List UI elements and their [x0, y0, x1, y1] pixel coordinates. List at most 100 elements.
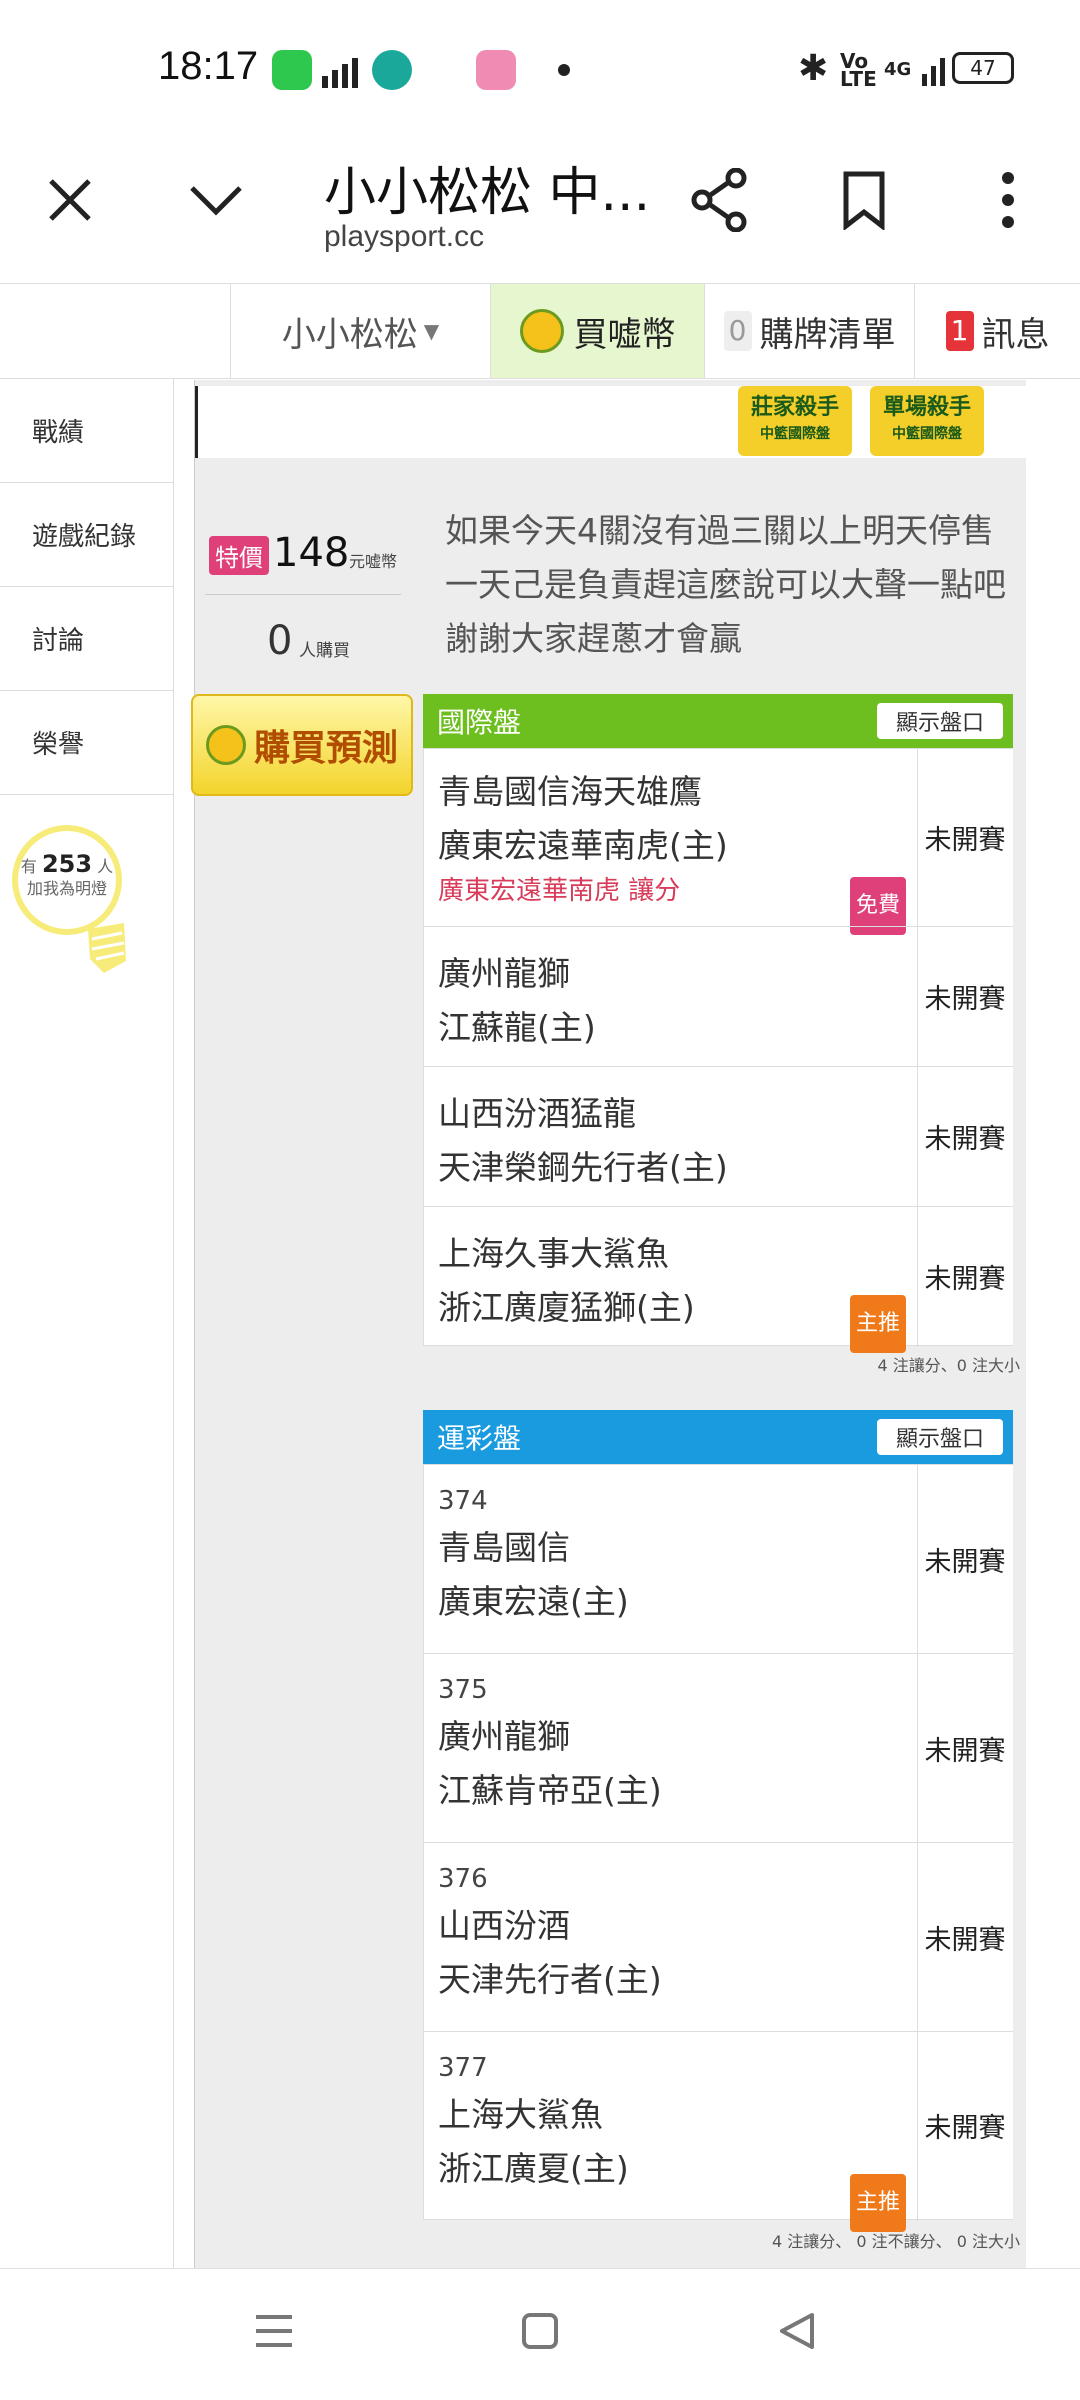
- coin-icon: [519, 309, 564, 353]
- message-count-badge: 1: [945, 311, 974, 351]
- show-odds-button[interactable]: 顯示盤口: [877, 1419, 1003, 1455]
- away-team: 上海久事大鯊魚: [438, 1234, 669, 1273]
- match-status: 未開賽: [924, 825, 1006, 856]
- collapse-button[interactable]: [176, 160, 256, 240]
- game-number: 376: [438, 1864, 488, 1894]
- away-team: 山西汾酒猛龍: [438, 1094, 636, 1133]
- main-pick-tag: 主推: [850, 2174, 907, 2232]
- table-header: 國際盤 顯示盤口: [423, 694, 1013, 748]
- status-time: 18:17: [158, 44, 259, 88]
- game-notification-icon: [476, 50, 516, 90]
- game-number: 374: [438, 1486, 488, 1516]
- user-menu[interactable]: 小小松松 ▼: [230, 284, 490, 378]
- table-row[interactable]: 山西汾酒猛龍 天津榮鋼先行者(主) 未開賽: [423, 1066, 1013, 1207]
- dot-icon: [558, 64, 570, 76]
- chevron-down-icon: [190, 186, 242, 216]
- away-team: 廣州龍獅: [438, 954, 570, 993]
- table-title: 運彩盤: [437, 1422, 522, 1455]
- bet-summary: 4 注讓分、0 注大小: [877, 1356, 1020, 1375]
- home-team: 江蘇龍(主): [438, 1008, 596, 1047]
- more-vertical-icon: [1002, 172, 1014, 228]
- table-row[interactable]: 青島國信海天雄鷹 廣東宏遠華南虎(主) 廣東宏遠華南虎 讓分 免費 未開賽: [423, 748, 1013, 935]
- badge-subtitle: 中籃國際盤: [760, 426, 830, 442]
- sidebar-item-label: 遊戲紀錄: [32, 522, 137, 552]
- lottery-odds-table: 運彩盤 顯示盤口 374 青島國信 廣東宏遠(主) 未開賽 375 廣州龍獅 江…: [423, 1410, 1013, 2232]
- bookmark-button[interactable]: [824, 160, 904, 240]
- sidebar-item-honor[interactable]: 榮譽: [0, 691, 174, 795]
- show-odds-button[interactable]: 顯示盤口: [877, 703, 1003, 739]
- divider: [205, 594, 401, 595]
- achievement-banner: 莊家殺手 中籃國際盤 單場殺手 中籃國際盤: [195, 386, 1027, 458]
- badge-title: 莊家殺手: [750, 395, 839, 420]
- away-team: 上海大鯊魚: [438, 2095, 603, 2134]
- browser-toolbar: 小小松松 中... playsport.cc: [0, 120, 1080, 280]
- home-team: 浙江廣夏(主): [438, 2149, 629, 2188]
- buy-prediction-label: 購買預測: [253, 728, 398, 769]
- messages-link[interactable]: 1 訊息: [914, 284, 1080, 378]
- share-button[interactable]: [680, 160, 760, 240]
- table-row[interactable]: 374 青島國信 廣東宏遠(主) 未開賽: [423, 1464, 1013, 1654]
- home-team: 廣東宏遠(主): [438, 1582, 629, 1621]
- sidebar-item-discussion[interactable]: 討論: [0, 587, 174, 691]
- fans-count: 253: [41, 850, 93, 878]
- match-status: 未開賽: [924, 1924, 1006, 1956]
- fans-suffix: 人: [97, 857, 114, 876]
- network-type: 4G: [884, 59, 912, 80]
- site-nav: 小小松松 ▼ 買嘘幣 0 購牌清單 1 訊息: [0, 283, 1080, 379]
- buy-coins-label: 買嘘幣: [573, 314, 676, 355]
- square-icon: [522, 2313, 558, 2349]
- match-status: 未開賽: [924, 1124, 1006, 1155]
- away-team: 山西汾酒: [438, 1906, 570, 1945]
- more-menu-button[interactable]: [968, 160, 1048, 240]
- international-odds-table: 國際盤 顯示盤口 青島國信海天雄鷹 廣東宏遠華南虎(主) 廣東宏遠華南虎 讓分 …: [423, 694, 1013, 1353]
- table-row[interactable]: 376 山西汾酒 天津先行者(主) 未開賽: [423, 1842, 1013, 2032]
- close-button[interactable]: [30, 160, 110, 240]
- bluetooth-icon: ✱: [798, 48, 829, 89]
- cart-link[interactable]: 0 購牌清單: [704, 284, 914, 378]
- buy-coins-button[interactable]: 買嘘幣: [490, 284, 704, 378]
- table-row[interactable]: 375 廣州龍獅 江蘇肯帝亞(主) 未開賽: [423, 1653, 1013, 1843]
- bet-summary: 4 注讓分、 0 注不讓分、 0 注大小: [772, 2232, 1020, 2251]
- back-button[interactable]: [770, 2303, 826, 2363]
- lightbulb-icon: [88, 923, 126, 973]
- game-number: 375: [438, 1675, 488, 1705]
- system-nav-bar: [0, 2268, 1080, 2400]
- home-team: 浙江廣廈猛獅(主): [438, 1288, 695, 1327]
- buyer-unit: 人購買: [299, 641, 350, 661]
- caret-down-icon: ▼: [423, 319, 440, 343]
- match-status: 未開賽: [924, 984, 1006, 1015]
- sidebar-item-game-log[interactable]: 遊戲紀錄: [0, 483, 174, 587]
- match-status: 未開賽: [924, 1735, 1006, 1767]
- close-icon: [49, 179, 91, 221]
- page-url[interactable]: playsport.cc: [324, 220, 484, 254]
- home-team: 天津先行者(主): [438, 1960, 662, 1999]
- sidebar-item-record[interactable]: 戰績: [0, 379, 174, 483]
- fans-caption: 加我為明燈: [26, 879, 107, 898]
- bookmark-icon: [843, 171, 885, 230]
- share-icon: [691, 168, 747, 232]
- table-row[interactable]: 廣州龍獅 江蘇龍(主) 未開賽: [423, 926, 1013, 1067]
- badge-bookie-killer: 莊家殺手 中籃國際盤: [738, 386, 852, 456]
- menu-icon: [256, 2315, 292, 2347]
- badge-subtitle: 中籃國際盤: [892, 426, 962, 442]
- coin-icon: [205, 725, 246, 765]
- buy-prediction-button[interactable]: 購買預測: [191, 694, 413, 796]
- table-row[interactable]: 上海久事大鯊魚 浙江廣廈猛獅(主) 主推 未開賽: [423, 1206, 1013, 1353]
- cart-label: 購牌清單: [759, 314, 896, 355]
- prediction-panel: 莊家殺手 中籃國際盤 單場殺手 中籃國際盤 特價 148 元嘘幣 0 人購買 購…: [191, 380, 1027, 2270]
- recent-apps-button[interactable]: [246, 2303, 302, 2363]
- buyer-count: 0: [267, 618, 293, 664]
- away-team: 廣州龍獅: [438, 1717, 570, 1756]
- main-pick-tag: 主推: [850, 1295, 907, 1353]
- battery-level: 47: [970, 56, 996, 80]
- home-team: 廣東宏遠華南虎(主): [438, 826, 728, 865]
- pick-text: 廣東宏遠華南虎 讓分: [438, 876, 681, 906]
- sidebar-item-label: 戰績: [32, 418, 85, 448]
- fans-prefix: 有: [20, 857, 37, 876]
- table-title: 國際盤: [437, 706, 522, 739]
- table-row[interactable]: 377 上海大鯊魚 浙江廣夏(主) 主推 未開賽: [423, 2031, 1013, 2232]
- home-team: 天津榮鋼先行者(主): [438, 1148, 728, 1187]
- home-button[interactable]: [512, 2303, 568, 2363]
- signal-chart-icon: [320, 50, 360, 90]
- away-team: 青島國信海天雄鷹: [438, 772, 702, 811]
